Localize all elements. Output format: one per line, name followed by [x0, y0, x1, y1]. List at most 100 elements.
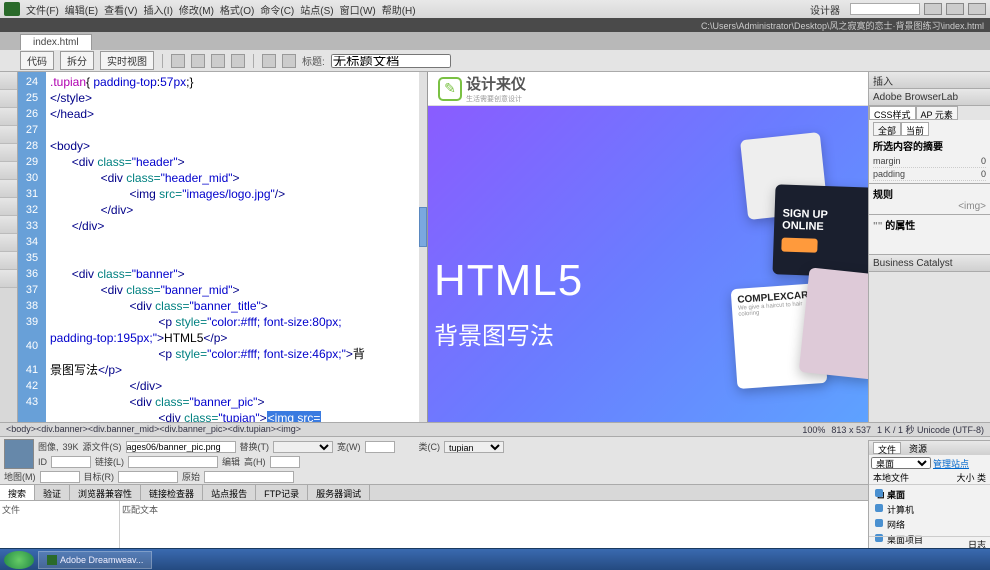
site-select[interactable]: 桌面	[871, 457, 931, 469]
insert-tab[interactable]: 插入	[869, 72, 990, 88]
design-preview[interactable]: 设计来仪生活需要创意设计 HTML5 背景图写法 SIGN UPONLINE C…	[428, 72, 868, 422]
tool-button[interactable]	[0, 144, 17, 162]
tab-browser-compat[interactable]: 浏览器兼容性	[70, 485, 141, 500]
taskbar-app[interactable]: Adobe Dreamweav...	[38, 551, 152, 569]
start-button[interactable]	[4, 551, 34, 569]
tool-button[interactable]	[0, 234, 17, 252]
css-prop-row[interactable]: margin0	[873, 155, 986, 168]
toolbar-icon[interactable]	[282, 54, 296, 68]
menu-view[interactable]: 查看(V)	[104, 2, 137, 17]
link-input[interactable]	[128, 456, 218, 468]
height-input[interactable]	[270, 456, 300, 468]
tool-button[interactable]	[0, 162, 17, 180]
class-select[interactable]: tupian	[444, 441, 504, 453]
tree-item[interactable]: 计算机	[873, 502, 986, 517]
tool-button[interactable]	[0, 108, 17, 126]
map-input[interactable]	[40, 471, 80, 483]
code-view-button[interactable]: 代码	[20, 51, 54, 70]
menu-file[interactable]: 文件(F)	[26, 2, 59, 17]
target-label: 目标(R)	[84, 470, 115, 483]
menu-window[interactable]: 窗口(W)	[340, 2, 376, 17]
tool-button[interactable]	[0, 198, 17, 216]
toolbar-icon[interactable]	[171, 54, 185, 68]
search-field[interactable]	[850, 3, 920, 15]
files-tab[interactable]: 文件	[873, 442, 901, 454]
toolbar-icon[interactable]	[191, 54, 205, 68]
menu-insert[interactable]: 插入(I)	[143, 2, 172, 17]
business-catalyst-panel[interactable]: Business Catalyst	[869, 255, 990, 271]
main-split: 2425262728293031323334353637383940414243…	[0, 72, 990, 422]
menu-help[interactable]: 帮助(H)	[382, 2, 416, 17]
split-view-button[interactable]: 拆分	[60, 51, 94, 70]
tab-validate[interactable]: 验证	[35, 485, 70, 500]
tab-search[interactable]: 搜索	[0, 485, 35, 500]
code-editor[interactable]: .tupian{ padding-top:57px;} </style> </h…	[46, 72, 427, 422]
tool-button[interactable]	[0, 270, 17, 288]
menu-site[interactable]: 站点(S)	[300, 2, 333, 17]
files-panel: 文件 资源 桌面 管理站点 本地文件 大小 类 ⊟ 桌面 计算机 网络 桌面项目…	[868, 440, 990, 550]
original-input[interactable]	[204, 471, 294, 483]
layout-label[interactable]: 设计器	[810, 2, 840, 17]
toolbar-icon[interactable]	[231, 54, 245, 68]
src-input[interactable]	[126, 441, 236, 453]
menu-modify[interactable]: 修改(M)	[179, 2, 214, 17]
target-input[interactable]	[118, 471, 178, 483]
width-input[interactable]	[365, 441, 395, 453]
close-button[interactable]	[968, 3, 986, 15]
browserlab-panel[interactable]: Adobe BrowserLab	[869, 89, 990, 105]
manage-sites-link[interactable]: 管理站点	[933, 457, 969, 470]
preview-heading: HTML5	[434, 256, 583, 306]
tag-path[interactable]: <body><div.banner><div.banner_mid><div.b…	[6, 424, 301, 435]
css-current-tab[interactable]: 当前	[901, 122, 929, 136]
menu-commands[interactable]: 命令(C)	[260, 2, 294, 17]
css-prop-row[interactable]: padding0	[873, 168, 986, 181]
css-all-tab[interactable]: 全部	[873, 122, 901, 136]
assets-tab[interactable]: 资源	[905, 442, 931, 454]
rules-heading: 规则	[873, 186, 986, 201]
link-label: 链接(L)	[95, 455, 124, 468]
tab-link-checker[interactable]: 链接检查器	[141, 485, 203, 500]
tag-selector-bar: <body><div.banner><div.banner_mid><div.b…	[0, 422, 990, 436]
menu-format[interactable]: 格式(O)	[220, 2, 254, 17]
tool-button[interactable]	[0, 252, 17, 270]
tool-button[interactable]	[0, 72, 17, 90]
live-view-button[interactable]: 实时视图	[100, 51, 154, 70]
preview-logo-icon	[438, 77, 462, 101]
tab-server-debug[interactable]: 服务器调试	[308, 485, 370, 500]
tool-button[interactable]	[0, 90, 17, 108]
files-col-name: 本地文件	[873, 471, 956, 484]
alt-select[interactable]	[273, 441, 333, 453]
id-label: ID	[38, 457, 47, 467]
tree-item[interactable]: 网络	[873, 517, 986, 532]
code-scrollbar[interactable]	[419, 72, 427, 422]
scrollbar-thumb[interactable]	[419, 207, 427, 247]
tool-button[interactable]	[0, 126, 17, 144]
files-col-size: 大小 类	[956, 471, 986, 484]
maximize-button[interactable]	[946, 3, 964, 15]
app-icon	[47, 555, 57, 565]
minimize-button[interactable]	[924, 3, 942, 15]
document-tab-strip: index.html	[0, 32, 990, 50]
title-input[interactable]	[331, 54, 451, 68]
zoom-level[interactable]: 100%	[802, 425, 825, 435]
css-styles-tab[interactable]: CSS样式	[869, 106, 916, 120]
window-size[interactable]: 813 x 537	[831, 425, 871, 435]
toolbar-icon[interactable]	[211, 54, 225, 68]
document-tab[interactable]: index.html	[20, 34, 92, 50]
selected-code[interactable]: <img src=	[267, 411, 322, 422]
tool-button[interactable]	[0, 216, 17, 234]
toolbar-icon[interactable]	[262, 54, 276, 68]
ap-elements-tab[interactable]: AP 元素	[916, 106, 958, 120]
tab-ftp-log[interactable]: FTP记录	[256, 485, 308, 500]
property-inspector: 图像, 39K 源文件(S) 替换(T) 宽(W) 类(C) tupian ID…	[0, 436, 990, 484]
encoding-info: 1 K / 1 秒 Unicode (UTF-8)	[877, 423, 984, 436]
code-pane[interactable]: 2425262728293031323334353637383940414243…	[18, 72, 428, 422]
preview-subheading: 背景图写法	[434, 316, 554, 351]
file-path: C:\Users\Administrator\Desktop\风之寂寞的恋士·背…	[701, 19, 984, 31]
tree-root[interactable]: ⊟ 桌面	[873, 487, 986, 502]
tool-button[interactable]	[0, 180, 17, 198]
tab-site-reports[interactable]: 站点报告	[203, 485, 256, 500]
id-input[interactable]	[51, 456, 91, 468]
title-bar: C:\Users\Administrator\Desktop\风之寂寞的恋士·背…	[0, 18, 990, 32]
menu-edit[interactable]: 编辑(E)	[65, 2, 98, 17]
